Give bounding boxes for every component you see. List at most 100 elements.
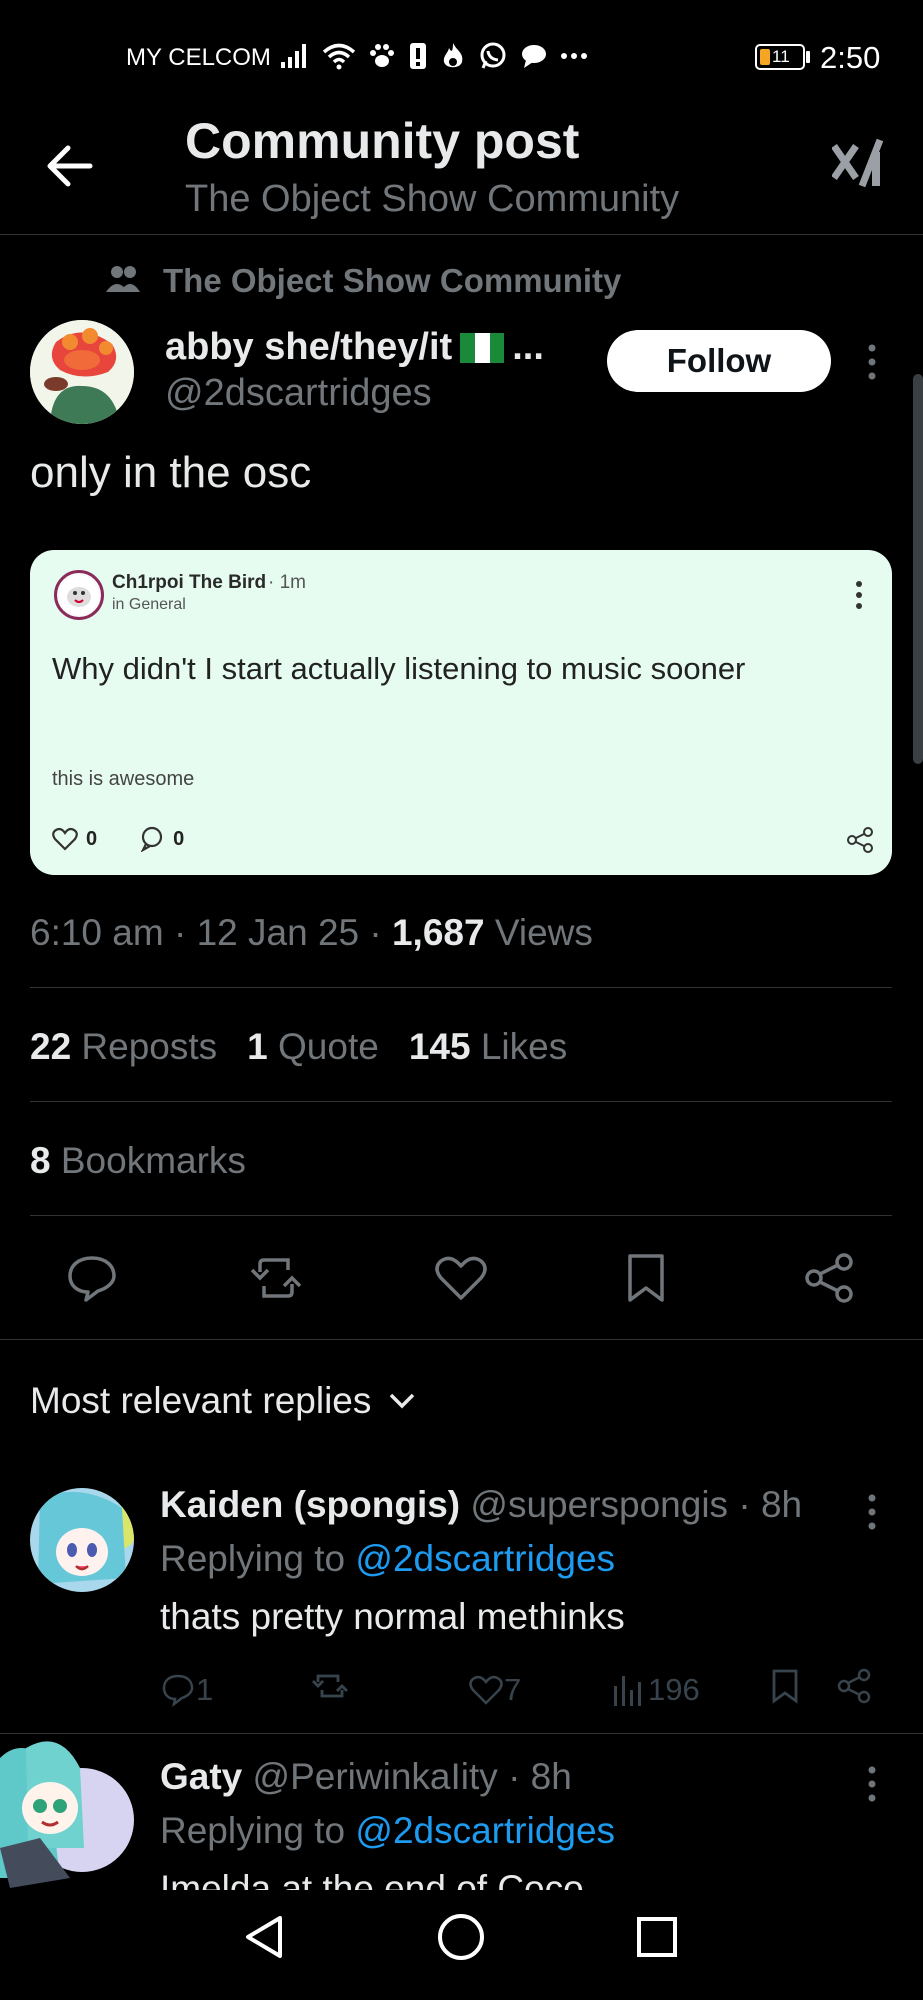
share-icon (837, 1668, 871, 1704)
more-options-button[interactable] (860, 342, 884, 382)
reply-views-count: 196 (648, 1672, 700, 1707)
reply-author-handle[interactable]: @superspongis (470, 1484, 728, 1525)
alert-icon (410, 43, 426, 69)
quotes-stat[interactable]: 1 Quote (247, 1026, 379, 1068)
reply-more-button[interactable] (860, 1492, 884, 1532)
heart-icon (435, 1256, 487, 1300)
arrow-left-icon (47, 145, 93, 187)
embed-more-icon (854, 580, 864, 610)
reply-bookmark-button[interactable] (770, 1668, 800, 1712)
reply-author-handle[interactable]: @PeriwinkaIity (253, 1756, 498, 1797)
battery-icon: 11 (755, 44, 805, 70)
more-vertical-icon (868, 1494, 876, 1530)
repost-icon (312, 1674, 348, 1698)
likes-count: 145 (408, 1026, 471, 1067)
reposts-stat[interactable]: 22 Reposts (30, 1026, 217, 1068)
embed-share-icon (846, 826, 874, 854)
scrollbar[interactable] (913, 374, 923, 764)
reply-comment-button[interactable]: 1 (160, 1672, 213, 1708)
page-title: Community post (185, 113, 580, 169)
bookmark-button[interactable] (618, 1250, 674, 1306)
status-bar: MY CELCOM 11 2:50 (0, 0, 923, 110)
replying-to-handle[interactable]: @2dscartridges (355, 1810, 615, 1851)
status-icons (280, 36, 588, 76)
system-nav-bar (0, 1890, 923, 2000)
embed-time: · 1m (268, 572, 306, 593)
reply-button[interactable] (64, 1250, 120, 1306)
carrier-label: MY CELCOM (126, 44, 271, 71)
bookmarks-count: 8 (30, 1140, 51, 1181)
more-vertical-icon (868, 1766, 876, 1802)
share-icon (805, 1253, 853, 1303)
replies-sort-label: Most relevant replies (30, 1380, 372, 1421)
comment-icon (68, 1256, 116, 1302)
reply-header: Kaiden (spongis) @superspongis · 8h (160, 1484, 802, 1526)
post-meta: 6:10 am · 12 Jan 25 · 1,687 Views (30, 912, 593, 954)
replies-sort-dropdown[interactable]: Most relevant replies (30, 1380, 417, 1422)
divider (30, 1215, 892, 1216)
post-timestamp: 6:10 am · 12 Jan 25 · (30, 912, 392, 953)
replying-to-handle[interactable]: @2dscartridges (355, 1538, 615, 1579)
xai-logo-icon[interactable] (831, 136, 886, 192)
post-text: only in the osc (30, 448, 312, 497)
views-icon (614, 1676, 641, 1706)
like-button[interactable] (433, 1250, 489, 1306)
reply-author-name[interactable]: Gaty (160, 1756, 242, 1797)
reply-share-button[interactable] (836, 1668, 872, 1712)
author-name[interactable]: abby she/they/it ... (165, 326, 544, 369)
heart-icon (469, 1675, 503, 1705)
follow-button[interactable]: Follow (607, 330, 831, 392)
reply-time: · 8h (738, 1484, 803, 1525)
back-button[interactable] (40, 134, 104, 198)
embed-title: Why didn't I start actually listening to… (52, 651, 746, 686)
reposts-count: 22 (30, 1026, 72, 1067)
clock: 2:50 (820, 40, 881, 75)
more-notifications-icon (561, 53, 587, 59)
bookmark-icon (628, 1254, 664, 1302)
replying-label: Replying to (160, 1810, 356, 1851)
divider (30, 1101, 892, 1102)
embed-actions: 0 0 (52, 826, 184, 852)
reply-replying-to: Replying to @2dscartridges (160, 1538, 615, 1580)
repost-icon (250, 1258, 302, 1298)
reply-author-name[interactable]: Kaiden (spongis) (160, 1484, 460, 1525)
whatsapp-icon (480, 42, 506, 69)
reply-views[interactable]: 196 (612, 1672, 700, 1708)
reply-like-button[interactable]: 7 (468, 1672, 521, 1708)
embed-comment-icon (140, 826, 163, 852)
author-handle[interactable]: @2dscartridges (165, 372, 432, 415)
paw-icon (370, 44, 394, 67)
nav-recents-button[interactable] (632, 1912, 682, 1962)
reply-more-button[interactable] (860, 1764, 884, 1804)
author-avatar[interactable] (30, 320, 134, 424)
views-count: 1,687 (391, 912, 485, 953)
share-button[interactable] (802, 1250, 858, 1306)
embed-like-count: 0 (86, 827, 98, 850)
embed-author-avatar (54, 570, 104, 620)
bookmark-icon (772, 1669, 798, 1704)
chat-bubble-icon (522, 45, 546, 68)
embed-heart-icon (52, 827, 78, 851)
embedded-post-image[interactable]: Ch1rpoi The Bird · 1m in General Why did… (30, 550, 892, 875)
reply-actions: 1 7 196 (160, 1668, 900, 1712)
square-recents-icon (637, 1917, 677, 1957)
author-name-text: abby she/they/it (165, 326, 453, 368)
quotes-label: Quote (267, 1026, 379, 1067)
bookmarks-stat[interactable]: 8 Bookmarks (30, 1140, 246, 1182)
nav-back-button[interactable] (240, 1912, 290, 1962)
reply-text: thats pretty normal methinks (160, 1596, 625, 1637)
reply-avatar[interactable] (0, 1728, 134, 1890)
reply-time: · 8h (508, 1756, 572, 1797)
reposts-label: Reposts (71, 1026, 218, 1067)
wifi-icon (322, 43, 356, 70)
reply-avatar[interactable] (30, 1488, 134, 1592)
reply-repost-button[interactable] (310, 1668, 350, 1712)
repost-button[interactable] (248, 1250, 304, 1306)
embed-body: this is awesome (52, 768, 195, 790)
community-link[interactable]: The Object Show Community (163, 262, 621, 300)
divider (0, 1733, 923, 1734)
people-icon (106, 264, 140, 294)
likes-stat[interactable]: 145 Likes (409, 1026, 567, 1068)
replying-label: Replying to (160, 1538, 356, 1579)
nav-home-button[interactable] (436, 1912, 486, 1962)
